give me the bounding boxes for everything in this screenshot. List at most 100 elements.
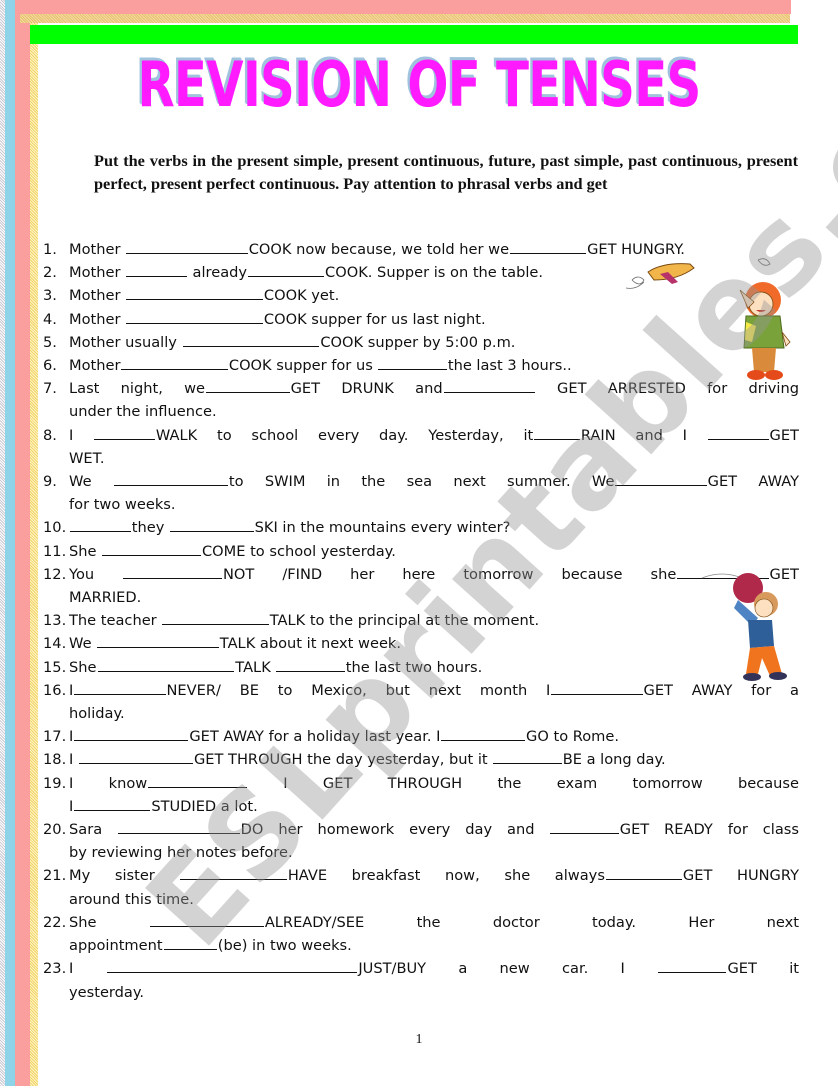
exercise-sentence-continued: around this time. [43,888,799,911]
exercise-text: GET it [727,960,799,978]
exercise-text: Mother usually [69,333,182,351]
exercise-sentence: I GET AWAY for a holiday last year. I GO t… [69,725,799,748]
exercise-text: already [187,264,248,282]
border-stripe-blue [5,0,15,1086]
page-number: 1 [415,1032,423,1047]
exercise-text: STUDIED a lot. [151,797,258,815]
exercise-text: We [69,473,113,491]
exercise-sentence: I NEVER/ BE to Mexico, but next month I GE… [69,679,799,702]
answer-blank[interactable] [126,309,263,324]
answer-blank[interactable] [510,239,587,254]
answer-blank[interactable] [74,680,166,695]
exercise-item: 15. She TALK the last two hours. [43,656,799,679]
exercise-item: 8. I WALK to school every day. Yesterday,… [43,424,799,470]
answer-blank[interactable] [378,355,447,371]
answer-blank[interactable] [126,239,248,254]
answer-blank[interactable] [615,471,707,487]
exercise-text: NEVER/ BE to Mexico, but next month I [166,681,551,699]
exercise-number: 11. [43,542,67,560]
exercise-text: MARRIED. [69,589,142,607]
exercise-text: RAIN and I [580,426,707,444]
answer-blank[interactable] [443,378,535,394]
answer-blank[interactable] [248,262,325,278]
exercise-text: SKI in the mountains every winter? [254,519,511,537]
exercise-sentence: She COME to school yesterday. [69,540,799,563]
exercise-text: TALK about it next week. [219,635,402,653]
boy-icon [734,592,787,681]
answer-blank[interactable] [97,633,219,649]
answer-blank[interactable] [149,912,264,927]
answer-blank[interactable] [162,610,269,626]
answer-blank[interactable] [94,425,155,440]
answer-blank[interactable] [550,819,619,835]
exercise-sentence: Sara DO her homework every day and GET R… [69,818,799,841]
answer-blank[interactable] [658,958,727,974]
exercise-text: the last 3 hours.. [447,357,572,375]
exercise-text: JUST/BUY a new car. I [358,960,658,978]
exercise-text: COOK. Supper is on the table. [325,264,544,282]
exercise-text: GET AWAY [707,473,799,491]
exercise-text: Mother [69,287,126,305]
answer-blank[interactable] [123,564,222,579]
exercise-text: Mother [69,264,126,282]
answer-blank[interactable] [78,749,193,765]
exercise-text: COOK yet. [263,287,340,305]
exercise-text: COOK supper for us last night. [263,310,486,328]
answer-blank[interactable] [551,680,643,695]
exercise-text: HAVE breakfast now, she always [287,867,605,885]
exercise-text: NOT /FIND her here tomorrow because she [222,565,677,583]
exercise-text: She [69,542,102,560]
exercise-number: 3. [43,287,57,305]
answer-blank[interactable] [121,355,228,371]
answer-blank[interactable] [707,425,769,440]
answer-blank[interactable] [441,726,526,742]
answer-blank[interactable] [70,517,131,533]
answer-blank[interactable] [182,332,320,347]
answer-blank[interactable] [113,471,228,487]
exercise-item: 23. I JUST/BUY a new car. I GET it yesterd… [43,957,799,1003]
answer-blank[interactable] [493,749,562,765]
answer-blank[interactable] [106,958,358,974]
exercise-number: 14. [43,635,67,653]
exercise-number: 23. [43,960,67,978]
exercise-sentence-continued: by reviewing her notes before. [43,841,799,864]
exercise-text: I know [69,774,148,792]
answer-blank[interactable] [534,425,580,440]
answer-blank[interactable] [148,773,247,788]
answer-blank[interactable] [97,657,235,672]
worksheet-title: REVISION OF TENSES [137,48,701,121]
answer-blank[interactable] [74,726,189,742]
exercise-text: Mother [69,241,126,258]
exercise-text: Mother [69,357,121,375]
exercise-sentence: I know I GET THROUGH the exam tomorrow b… [69,772,799,795]
answer-blank[interactable] [206,378,290,394]
answer-blank[interactable] [102,541,201,556]
exercise-text: My sister [69,867,180,885]
exercise-sentence-continued: holiday. [43,702,799,725]
exercise-item: 16. I NEVER/ BE to Mexico, but next month … [43,679,799,725]
answer-blank[interactable] [170,517,254,533]
answer-blank[interactable] [74,796,151,811]
exercise-number: 9. [43,473,57,491]
exercise-text: around this time. [69,890,194,908]
exercise-number: 20. [43,821,67,839]
answer-blank[interactable] [126,285,263,301]
exercise-number: 12. [43,565,67,583]
exercise-number: 7. [43,380,57,398]
boy-with-ball-clipart [701,573,787,681]
exercise-text: GO to Rome. [526,728,620,746]
answer-blank[interactable] [118,819,240,835]
exercise-text: I [69,681,74,699]
exercise-item: 22. She ALREADY/SEE the doctor today. Her… [43,911,799,957]
answer-blank[interactable] [126,262,187,278]
exercise-text: COOK supper for us [228,357,378,375]
answer-blank[interactable] [163,935,217,951]
exercise-text: by reviewing her notes before. [69,844,293,862]
answer-blank[interactable] [276,657,345,672]
exercise-text: I [69,960,106,978]
border-stripe-pink-top [15,0,791,14]
answer-blank[interactable] [180,865,287,881]
border-stripe-yellow-left [30,23,38,1086]
exercise-text: BE a long day. [562,751,666,769]
answer-blank[interactable] [605,865,682,881]
